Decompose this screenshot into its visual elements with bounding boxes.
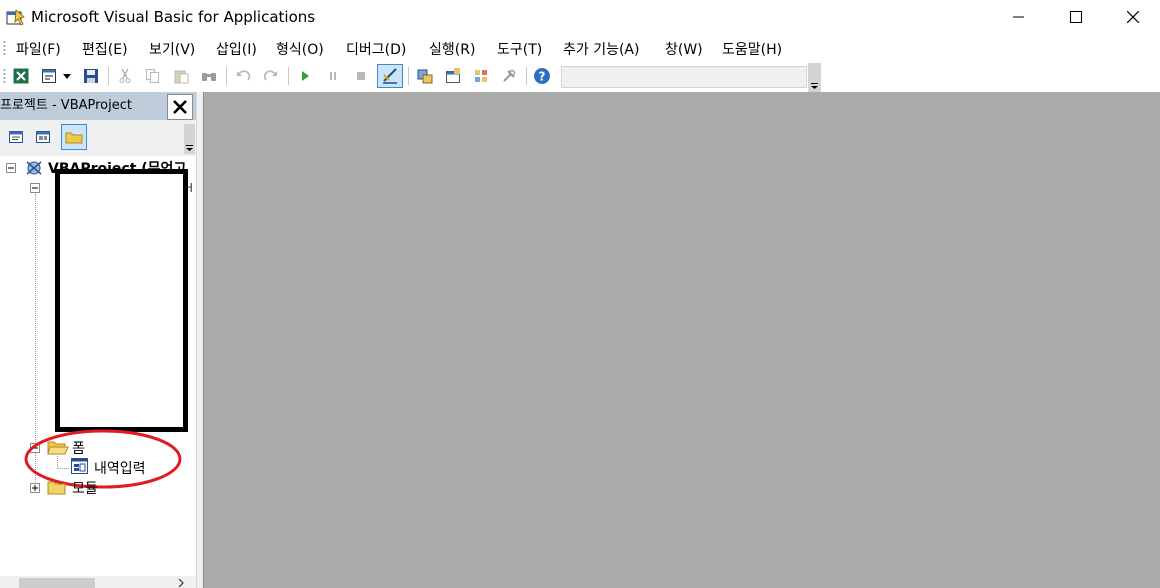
object-browser-icon — [475, 70, 487, 82]
folder-icon — [47, 481, 66, 495]
reset-icon — [357, 72, 365, 80]
redo-button[interactable] — [260, 65, 282, 87]
insert-userform-button[interactable] — [38, 65, 60, 87]
project-explorer-close-button[interactable] — [167, 94, 193, 120]
insert-dropdown-button[interactable] — [60, 65, 74, 87]
chevron-down-icon — [186, 145, 193, 151]
copy-button[interactable] — [142, 65, 164, 87]
scrollbar-thumb[interactable] — [19, 578, 95, 588]
menu-help[interactable]: 도움말(H) — [722, 39, 782, 59]
menu-format[interactable]: 형식(O) — [276, 39, 324, 59]
menu-window[interactable]: 창(W) — [665, 39, 703, 59]
menu-bar: 파일(F) 편집(E) 보기(V) 삽입(I) 형식(O) 디버그(D) 실행(… — [0, 34, 1160, 62]
toolbar-separator — [526, 67, 527, 85]
undo-button[interactable] — [232, 65, 254, 87]
toolbar-overflow-button[interactable] — [808, 63, 821, 92]
menu-addins[interactable]: 추가 기능(A) — [563, 39, 639, 59]
find-button[interactable] — [198, 65, 220, 87]
close-button[interactable] — [1104, 0, 1160, 34]
toolbox-button[interactable] — [498, 65, 520, 87]
menu-insert[interactable]: 삽입(I) — [216, 39, 257, 59]
grip-icon — [3, 41, 6, 55]
toolbar-overflow-button[interactable] — [184, 124, 195, 154]
toolbox-icon — [503, 69, 516, 82]
toolbar-separator — [108, 67, 109, 85]
help-icon: ? — [534, 68, 550, 84]
insert-userform-icon — [42, 69, 56, 83]
minimize-button[interactable] — [990, 0, 1048, 34]
design-mode-button[interactable] — [377, 64, 403, 88]
menu-debug[interactable]: 디버그(D) — [346, 39, 406, 59]
horizontal-scrollbar[interactable] — [0, 576, 196, 588]
menu-view[interactable]: 보기(V) — [149, 39, 195, 59]
toolbar-separator — [288, 67, 289, 85]
copy-icon — [146, 69, 159, 83]
run-icon — [302, 71, 309, 81]
view-object-icon — [36, 131, 50, 143]
pane-splitter[interactable] — [196, 92, 203, 588]
expand-icon[interactable] — [30, 483, 40, 493]
folder-icon — [65, 132, 83, 144]
menu-run[interactable]: 실행(R) — [429, 39, 475, 59]
break-button[interactable] — [322, 65, 344, 87]
design-mode-icon — [383, 68, 397, 84]
collapse-icon[interactable] — [6, 163, 16, 173]
maximize-button[interactable] — [1047, 0, 1105, 34]
project-explorer-icon — [417, 69, 433, 84]
properties-button[interactable] — [442, 65, 464, 87]
paste-button[interactable] — [170, 65, 192, 87]
modules-folder-label[interactable]: 모듈 — [72, 478, 98, 498]
save-button[interactable] — [80, 65, 102, 87]
chevron-right-icon[interactable] — [178, 579, 184, 587]
project-explorer-header: 프로젝트 - VBAProject — [0, 92, 196, 120]
vba-app-icon — [6, 9, 25, 26]
view-excel-button[interactable] — [10, 65, 32, 87]
undo-icon — [237, 70, 251, 81]
excel-icon — [13, 68, 29, 84]
toggle-folders-button[interactable] — [61, 124, 87, 150]
reset-button[interactable] — [350, 65, 372, 87]
view-code-button[interactable] — [3, 124, 29, 150]
standard-toolbar: ? — [0, 62, 1160, 92]
project-tree: VBAProject (무언고 H::::::::::: 폼 내역입력 모듈 — [0, 156, 196, 576]
close-icon — [1127, 11, 1139, 23]
vba-project-icon — [26, 161, 42, 175]
collapse-icon[interactable] — [30, 183, 40, 193]
view-code-icon — [9, 131, 23, 143]
project-explorer-button[interactable] — [414, 65, 436, 87]
properties-icon — [446, 68, 460, 83]
break-icon — [330, 72, 336, 80]
toolbar-separator — [408, 67, 409, 85]
find-icon — [202, 73, 216, 81]
title-bar: Microsoft Visual Basic for Applications — [0, 0, 1160, 34]
save-icon — [84, 69, 98, 83]
redaction-box — [55, 169, 188, 432]
view-object-button[interactable] — [30, 124, 56, 150]
cut-button[interactable] — [114, 65, 136, 87]
cut-icon — [119, 68, 131, 83]
window-title: Microsoft Visual Basic for Applications — [31, 8, 316, 26]
menu-tools[interactable]: 도구(T) — [497, 39, 542, 59]
project-explorer-title: 프로젝트 - VBAProject — [0, 98, 132, 113]
minimize-icon — [1013, 16, 1024, 18]
svg-text:?: ? — [539, 70, 546, 84]
menu-edit[interactable]: 편집(E) — [82, 39, 128, 59]
object-browser-button[interactable] — [470, 65, 492, 87]
project-explorer-toolbar — [0, 120, 196, 156]
redo-icon — [263, 70, 277, 81]
code-workspace — [203, 92, 1160, 588]
close-icon — [173, 100, 187, 114]
run-button[interactable] — [294, 65, 316, 87]
maximize-icon — [1070, 11, 1082, 23]
chevron-down-icon — [811, 83, 818, 89]
help-button[interactable]: ? — [531, 65, 553, 87]
dropdown-arrow-icon — [63, 73, 71, 79]
cursor-position-field — [561, 66, 807, 88]
paste-icon — [174, 70, 189, 84]
menu-file[interactable]: 파일(F) — [16, 39, 61, 59]
grip-icon — [3, 69, 6, 83]
toolbar-separator — [226, 67, 227, 85]
